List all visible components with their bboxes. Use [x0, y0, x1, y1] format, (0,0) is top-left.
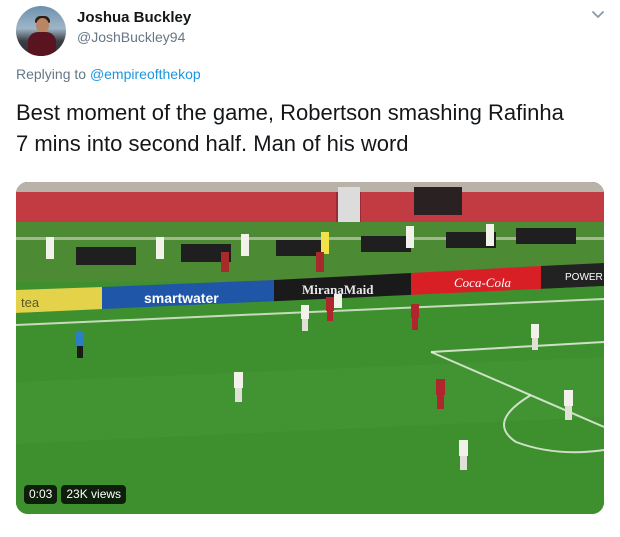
ad-board-smartwater: smartwater	[144, 290, 219, 306]
video-views: 23K views	[61, 485, 127, 504]
avatar-head	[36, 18, 49, 33]
video-time: 0:03	[24, 485, 58, 504]
mention-link[interactable]: @empireofthekop	[90, 66, 201, 82]
video-badges: 0:03 23K views	[24, 485, 127, 504]
avatar[interactable]	[16, 6, 66, 56]
ad-board-tea: tea	[21, 295, 40, 310]
chevron-down-icon[interactable]	[590, 9, 606, 21]
display-name[interactable]: Joshua Buckley	[77, 9, 191, 26]
user-handle[interactable]: @JoshBuckley94	[77, 29, 185, 45]
avatar-shirt	[28, 32, 56, 56]
video-frame: tea smartwater MiranaMaid Coca-Cola POWE…	[16, 182, 604, 514]
video-player[interactable]: tea smartwater MiranaMaid Coca-Cola POWE…	[16, 182, 604, 514]
replying-prefix: Replying to	[16, 66, 87, 82]
ad-board-coca-cola: Coca-Cola	[454, 275, 512, 290]
replying-to: Replying to @empireofthekop	[16, 66, 201, 82]
tweet-text: Best moment of the game, Robertson smash…	[16, 100, 564, 156]
ad-board-power: POWER	[565, 272, 603, 283]
